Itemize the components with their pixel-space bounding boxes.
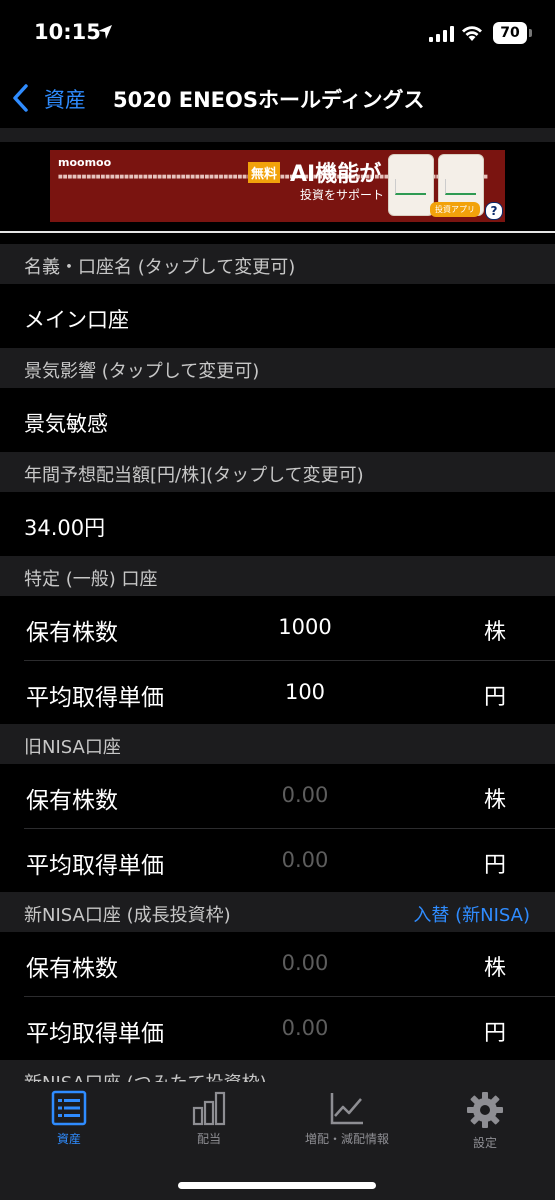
avg-price-unit: 円 [484, 853, 507, 878]
ad-help-icon[interactable]: ? [485, 202, 503, 220]
dividend-row[interactable]: 34.00円 [0, 492, 555, 556]
avg-price-input[interactable]: 0.00 [255, 848, 355, 872]
shares-label: 保有株数 [26, 620, 118, 646]
page-title: 5020 ENEOSホールディングス [113, 88, 425, 112]
shares-row[interactable]: 保有株数 0.00 株 [0, 932, 555, 996]
gear-icon [467, 1092, 503, 1128]
avg-price-row[interactable]: 平均取得単価 0.00 円 [0, 829, 555, 892]
avg-price-unit: 円 [484, 685, 507, 710]
ad-brand-logo: moomoo [58, 156, 112, 169]
tab-settings-label: 設定 [472, 1136, 497, 1150]
shares-unit: 株 [484, 620, 507, 645]
economic-impact-label: 景気影響 (タップして変更可) [24, 361, 260, 382]
shares-row[interactable]: 保有株数 0.00 株 [0, 764, 555, 828]
avg-price-row[interactable]: 平均取得単価 100 円 [0, 661, 555, 724]
swap-nisa-link[interactable]: 入替 (新NISA) [413, 901, 530, 927]
shares-unit: 株 [484, 956, 507, 981]
shares-input[interactable]: 0.00 [255, 951, 355, 975]
wifi-icon [462, 26, 482, 41]
tab-dividend-changes[interactable]: 増配・減配情報 [277, 1090, 417, 1147]
account-header-new-nisa-growth: 新NISA口座 (成長投資枠) 入替 (新NISA) [0, 892, 555, 932]
avg-price-input[interactable]: 100 [255, 680, 355, 704]
bar-chart-icon [192, 1091, 226, 1126]
economic-impact-value[interactable]: 景気敏感 [24, 408, 108, 438]
ad-fine-print: ■■■■■■■■■■■■■■■■■■■■■■■■■■■■■■■■■■■■■■■■… [58, 174, 488, 181]
status-bar: 10:15 70 [0, 0, 555, 70]
avg-price-label: 平均取得単価 [26, 1021, 164, 1047]
line-chart-icon [330, 1093, 363, 1125]
location-arrow-icon [98, 25, 112, 39]
battery-cap [529, 29, 532, 37]
back-chevron-icon[interactable] [10, 83, 32, 113]
status-time: 10:15 [34, 20, 101, 44]
shares-unit: 株 [484, 788, 507, 813]
avg-price-unit: 円 [484, 1021, 507, 1046]
tab-dividend-changes-label: 増配・減配情報 [304, 1132, 389, 1146]
ad-headline: AI機能が [290, 162, 382, 187]
account-header-label: 旧NISA口座 [24, 737, 121, 758]
account-name-label: 名義・口座名 (タップして変更可) [24, 257, 296, 278]
account-header-tokutei: 特定 (一般) 口座 [0, 556, 555, 596]
economic-impact-row[interactable]: 景気敏感 [0, 388, 555, 452]
list-icon [51, 1090, 87, 1126]
account-header-old-nisa: 旧NISA口座 [0, 724, 555, 764]
shares-row[interactable]: 保有株数 1000 株 [0, 596, 555, 660]
ad-cta-button[interactable]: 投資アプリ [430, 202, 480, 217]
separator-line [0, 231, 555, 233]
shares-input[interactable]: 1000 [255, 615, 355, 639]
ad-phone-image [388, 154, 434, 216]
cellular-signal-icon [429, 26, 454, 42]
economic-impact-header: 景気影響 (タップして変更可) [0, 348, 555, 388]
tab-dividends-label: 配当 [196, 1132, 221, 1146]
tab-assets[interactable]: 資産 [0, 1090, 139, 1147]
shares-input[interactable]: 0.00 [255, 783, 355, 807]
home-indicator[interactable] [178, 1182, 376, 1189]
battery-icon: 70 [493, 22, 527, 44]
section-divider [0, 128, 555, 142]
shares-label: 保有株数 [26, 956, 118, 982]
avg-price-row[interactable]: 平均取得単価 0.00 円 [0, 997, 555, 1060]
account-header-label: 特定 (一般) 口座 [24, 569, 158, 590]
dividend-label: 年間予想配当額[円/株](タップして変更可) [24, 465, 364, 486]
dividend-value[interactable]: 34.00円 [24, 512, 105, 542]
tab-assets-label: 資産 [56, 1132, 81, 1146]
dividend-header: 年間予想配当額[円/株](タップして変更可) [0, 452, 555, 492]
shares-label: 保有株数 [26, 788, 118, 814]
avg-price-label: 平均取得単価 [26, 853, 164, 879]
avg-price-input[interactable]: 0.00 [255, 1016, 355, 1040]
account-header-label: 新NISA口座 (成長投資枠) [24, 905, 231, 926]
ad-banner[interactable]: moomoo ■■■■■■■■■■■■■■■■■■■■■■■■■■■■■■■■■… [50, 150, 505, 222]
account-name-value[interactable]: メイン口座 [24, 304, 129, 334]
navigation-bar: 資産 5020 ENEOSホールディングス [0, 70, 555, 128]
account-name-header: 名義・口座名 (タップして変更可) [0, 244, 555, 284]
ad-subline: 投資をサポート [300, 188, 385, 202]
back-button[interactable]: 資産 [44, 84, 86, 114]
account-name-row[interactable]: メイン口座 [0, 284, 555, 348]
avg-price-label: 平均取得単価 [26, 685, 164, 711]
tab-settings[interactable]: 設定 [415, 1090, 555, 1151]
tab-dividends[interactable]: 配当 [139, 1090, 279, 1147]
ad-free-badge: 無料 [248, 162, 281, 183]
